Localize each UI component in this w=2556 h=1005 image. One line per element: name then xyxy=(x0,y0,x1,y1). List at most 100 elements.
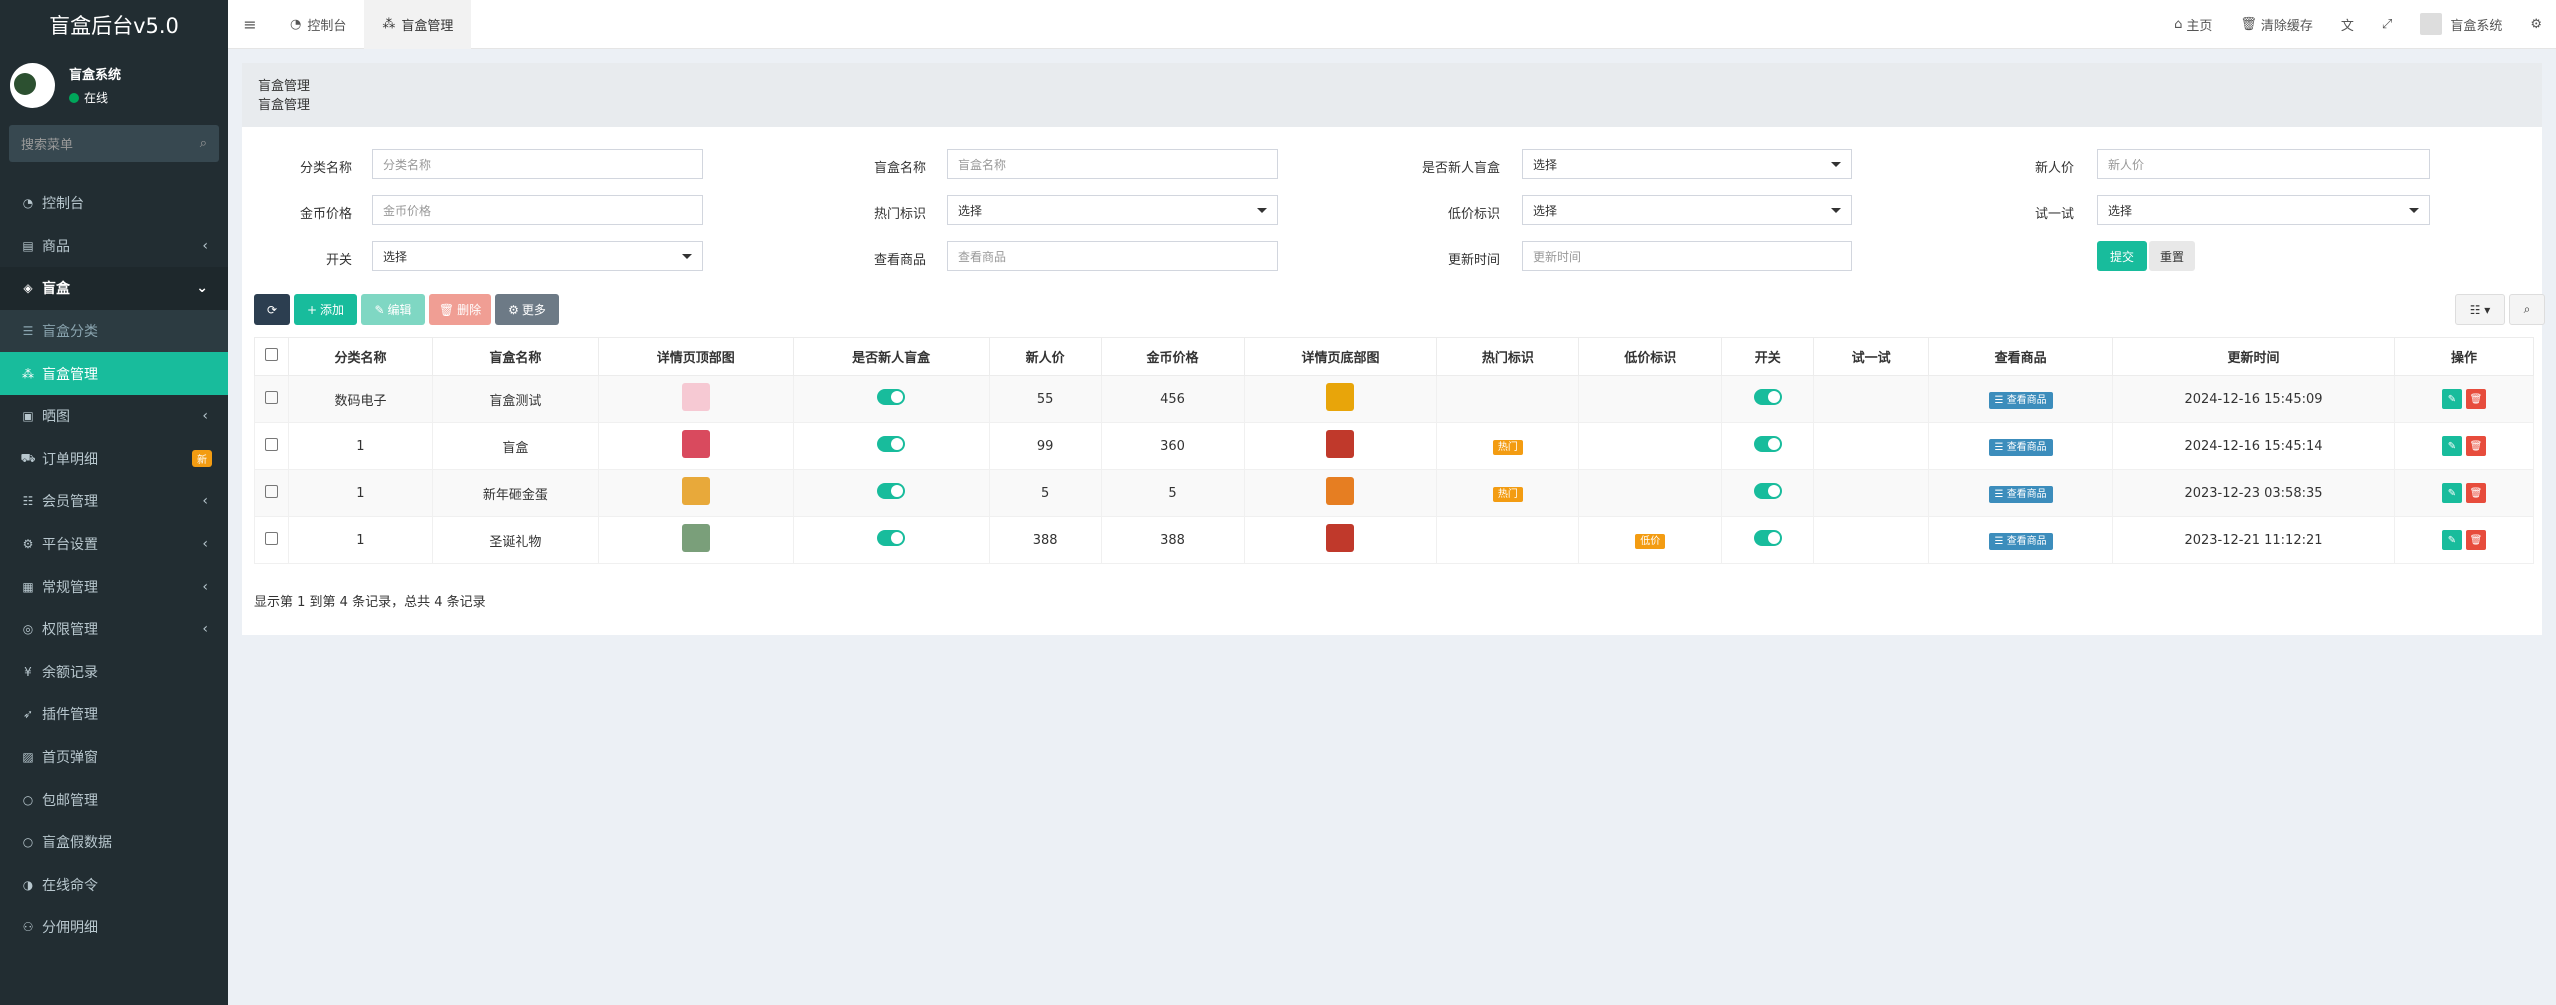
col-top-image[interactable]: 详情页顶部图 xyxy=(597,337,794,376)
edit-button[interactable]: ✎ 编辑 xyxy=(361,294,425,325)
try-select[interactable]: 选择 xyxy=(2097,195,2430,225)
view-goods-button[interactable]: ☰ 查看商品 xyxy=(1988,486,2053,503)
bottom-image-thumbnail[interactable] xyxy=(1326,477,1355,505)
table-row[interactable]: 数码电子 盲盒测试 55 456 ☰ 查看商品 2024-12-16 15:45:09 ✎ 🗑 xyxy=(254,375,2535,423)
top-image-thumbnail[interactable] xyxy=(681,524,710,552)
refresh-button[interactable]: ⟳ xyxy=(254,294,290,325)
bottom-image-thumbnail[interactable] xyxy=(1326,383,1355,411)
sidebar-item-blindbox[interactable]: ◈ 盲盒 ⌄ xyxy=(0,267,228,310)
reset-button[interactable]: 重置 xyxy=(2149,241,2195,271)
col-name[interactable]: 盲盒名称 xyxy=(431,337,599,376)
language-icon[interactable]: 文 xyxy=(2327,15,2368,34)
fullscreen-icon[interactable]: ⤢ xyxy=(2368,17,2406,32)
home-link[interactable]: ⌂ 主页 xyxy=(2160,15,2226,34)
menu-search-input[interactable]: 搜索菜单 ⌕ xyxy=(9,125,219,162)
view-goods-button[interactable]: ☰ 查看商品 xyxy=(1988,533,2053,550)
is-new-select[interactable]: 选择 xyxy=(1522,149,1852,179)
table-row[interactable]: 1 盲盒 99 360 热门 ☰ 查看商品 2024-12-16 15:45:14 ✎ 🗑 xyxy=(254,422,2535,470)
col-view-goods[interactable]: 查看商品 xyxy=(1928,337,2114,376)
view-goods-button[interactable]: ☰ 查看商品 xyxy=(1988,439,2053,456)
user-menu[interactable]: 盲盒系统 xyxy=(2406,13,2516,35)
low-select[interactable]: 选择 xyxy=(1522,195,1852,225)
sidebar-item-shipping[interactable]: ○ 包邮管理 xyxy=(0,778,228,821)
sidebar-item-showcase[interactable]: ▣ 晒图 ‹ xyxy=(0,395,228,438)
row-checkbox[interactable] xyxy=(264,531,278,545)
edit-row-button[interactable]: ✎ xyxy=(2441,530,2462,550)
menu-toggle-icon[interactable]: ≡ xyxy=(228,15,272,34)
sidebar-item-fake-data[interactable]: ○ 盲盒假数据 xyxy=(0,821,228,864)
sidebar-item-plugins[interactable]: ➶ 插件管理 xyxy=(0,693,228,736)
col-update-time[interactable]: 更新时间 xyxy=(2112,337,2395,376)
col-low[interactable]: 低价标识 xyxy=(1578,337,1723,376)
delete-row-button[interactable]: 🗑 xyxy=(2465,530,2486,550)
table-row[interactable]: 1 圣诞礼物 388 388 低价 ☰ 查看商品 2023-12-21 11:12:21 ✎ 🗑 xyxy=(254,516,2535,564)
delete-row-button[interactable]: 🗑 xyxy=(2465,436,2486,456)
is-new-toggle[interactable] xyxy=(877,530,906,546)
is-new-toggle[interactable] xyxy=(877,436,906,452)
view-goods-input[interactable]: 查看商品 xyxy=(947,241,1278,271)
new-price-input[interactable]: 新人价 xyxy=(2097,149,2430,179)
row-checkbox[interactable] xyxy=(264,390,278,404)
sidebar-item-orders[interactable]: ⛟ 订单明细 新 xyxy=(0,438,228,481)
switch-toggle[interactable] xyxy=(1753,389,1782,405)
col-switch[interactable]: 开关 xyxy=(1721,337,1815,376)
sidebar-item-blindbox-manage[interactable]: ⁂ 盲盒管理 xyxy=(0,352,228,395)
sidebar-item-dashboard[interactable]: ◔ 控制台 xyxy=(0,182,228,225)
select-all-checkbox[interactable] xyxy=(264,348,278,361)
col-hot[interactable]: 热门标识 xyxy=(1436,337,1580,376)
tab-dashboard[interactable]: ◔ 控制台 xyxy=(272,0,364,49)
delete-button[interactable]: 🗑 删除 xyxy=(429,294,491,325)
col-new-price[interactable]: 新人价 xyxy=(988,337,1102,376)
brand-title[interactable]: 盲盒后台v5.0 xyxy=(0,0,228,49)
sidebar-item-balance[interactable]: ¥ 余额记录 xyxy=(0,651,228,694)
clear-cache-button[interactable]: 🗑 清除缓存 xyxy=(2226,15,2327,34)
sidebar-item-commission[interactable]: ⚇ 分佣明细 xyxy=(0,906,228,949)
category-input[interactable]: 分类名称 xyxy=(372,149,703,179)
search-toggle-button[interactable]: ⌕ xyxy=(2509,294,2545,325)
col-bottom-image[interactable]: 详情页底部图 xyxy=(1243,337,1438,376)
columns-toggle-button[interactable]: ☷ ▾ xyxy=(2455,294,2505,325)
delete-row-button[interactable]: 🗑 xyxy=(2465,483,2486,503)
edit-row-button[interactable]: ✎ xyxy=(2441,389,2462,409)
sidebar-item-permissions[interactable]: ◎ 权限管理 ‹ xyxy=(0,608,228,651)
sidebar-item-goods[interactable]: ▤ 商品 ‹ xyxy=(0,225,228,268)
coin-price-input[interactable]: 金币价格 xyxy=(372,195,703,225)
edit-row-button[interactable]: ✎ xyxy=(2441,483,2462,503)
submit-button[interactable]: 提交 xyxy=(2097,241,2147,271)
settings-gear-icon[interactable]: ⚙ xyxy=(2516,17,2556,32)
update-time-input[interactable]: 更新时间 xyxy=(1522,241,1852,271)
edit-row-button[interactable]: ✎ xyxy=(2441,436,2462,456)
top-image-thumbnail[interactable] xyxy=(681,477,710,505)
add-button[interactable]: + 添加 xyxy=(294,294,357,325)
top-image-thumbnail[interactable] xyxy=(681,430,710,458)
top-image-thumbnail[interactable] xyxy=(681,383,710,411)
sidebar-item-general[interactable]: ▦ 常规管理 ‹ xyxy=(0,565,228,608)
sidebar-item-platform[interactable]: ⚙ 平台设置 ‹ xyxy=(0,523,228,566)
more-button[interactable]: ⚙ 更多 xyxy=(495,294,559,325)
bottom-image-thumbnail[interactable] xyxy=(1326,524,1355,552)
view-goods-button[interactable]: ☰ 查看商品 xyxy=(1988,392,2053,409)
switch-toggle[interactable] xyxy=(1753,436,1782,452)
name-input[interactable]: 盲盒名称 xyxy=(947,149,1278,179)
bottom-image-thumbnail[interactable] xyxy=(1326,430,1355,458)
col-coin-price[interactable]: 金币价格 xyxy=(1100,337,1245,376)
sidebar-item-command[interactable]: ◑ 在线命令 xyxy=(0,864,228,907)
col-is-new[interactable]: 是否新人盲盒 xyxy=(792,337,990,376)
row-checkbox[interactable] xyxy=(264,484,278,498)
table-row[interactable]: 1 新年砸金蛋 5 5 热门 ☰ 查看商品 2023-12-23 03:58:35 ✎ 🗑 xyxy=(254,469,2535,517)
search-icon[interactable]: ⌕ xyxy=(200,136,207,151)
switch-toggle[interactable] xyxy=(1753,483,1782,499)
tab-blindbox-manage[interactable]: ⁂ 盲盒管理 xyxy=(364,0,472,49)
switch-select[interactable]: 选择 xyxy=(372,241,703,271)
delete-row-button[interactable]: 🗑 xyxy=(2465,389,2486,409)
sidebar-item-blindbox-category[interactable]: ☰ 盲盒分类 xyxy=(0,309,228,353)
sidebar-item-members[interactable]: ☷ 会员管理 ‹ xyxy=(0,480,228,523)
col-try[interactable]: 试一试 xyxy=(1813,337,1930,376)
switch-toggle[interactable] xyxy=(1753,530,1782,546)
sidebar-item-popup[interactable]: ▨ 首页弹窗 xyxy=(0,736,228,779)
row-checkbox[interactable] xyxy=(264,437,278,451)
col-category[interactable]: 分类名称 xyxy=(287,337,433,376)
hot-select[interactable]: 选择 xyxy=(947,195,1278,225)
is-new-toggle[interactable] xyxy=(877,389,906,405)
is-new-toggle[interactable] xyxy=(877,483,906,499)
